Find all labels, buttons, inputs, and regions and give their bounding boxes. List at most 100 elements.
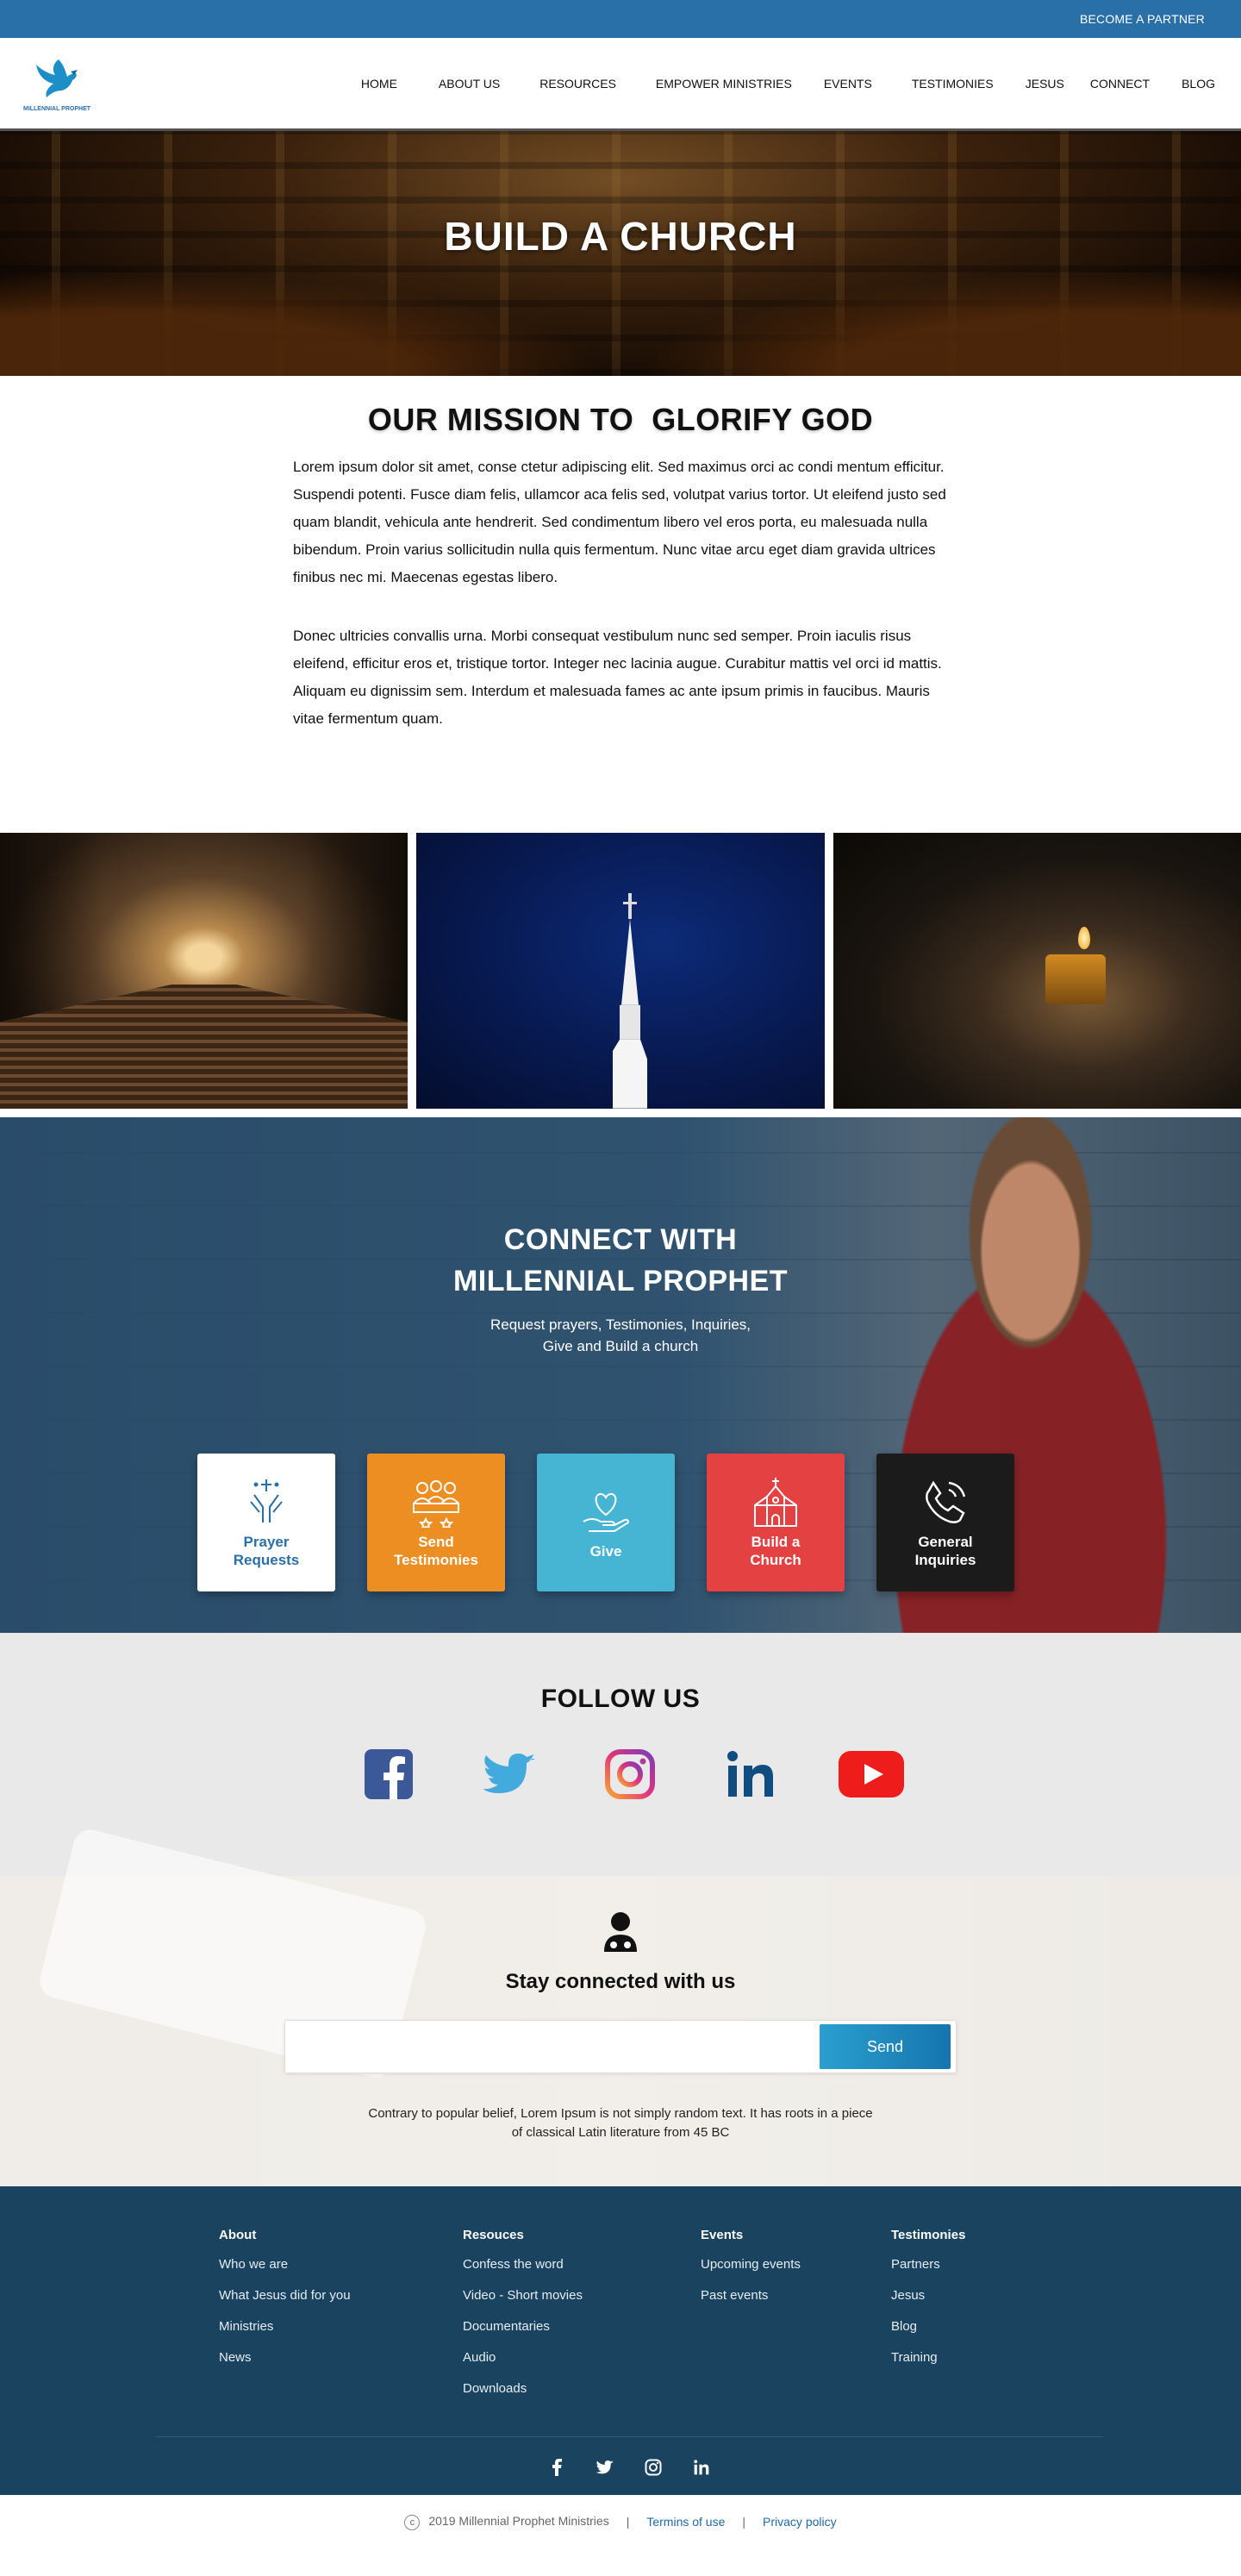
footer-link-downloads[interactable]: Downloads (463, 2373, 701, 2404)
logo[interactable]: MILLENNIAL PROPHET (22, 54, 91, 112)
footer-instagram-icon[interactable] (645, 2459, 662, 2476)
footer-link-ministries[interactable]: Ministries (219, 2311, 463, 2342)
prayer-label-line-1: Prayer (243, 1534, 290, 1550)
church-icon (754, 1478, 797, 1527)
become-partner-link[interactable]: BECOME A PARTNER (1080, 12, 1205, 26)
footer-link-documentaries[interactable]: Documentaries (463, 2311, 701, 2342)
phone-icon (926, 1480, 966, 1523)
mission-paragraph-2: Donec ultricies convallis urna. Morbi co… (293, 628, 942, 727)
footer-link-blog[interactable]: Blog (891, 2311, 1063, 2342)
connect-cards: Prayer Requests Send Testimonies Give Bu… (0, 1454, 1241, 1591)
instagram-icon (605, 1749, 655, 1799)
mission-section: OUR MISSION TO GLORIFY GOD Lorem ipsum d… (0, 376, 1241, 810)
church-steeple-image (416, 833, 825, 1109)
nav-events[interactable]: EVENTS (824, 77, 872, 91)
terms-of-use-link[interactable]: Termins of use (646, 2515, 725, 2529)
site-header: MILLENNIAL PROPHET HOME ABOUT US RESOURC… (0, 38, 1241, 131)
testimonies-label-line-2: Testimonies (394, 1552, 478, 1568)
image-gallery (0, 833, 1241, 1109)
connect-title-line-1: CONNECT WITH (503, 1223, 738, 1256)
nav-connect[interactable]: CONNECT (1090, 77, 1150, 91)
footer-link-training[interactable]: Training (891, 2342, 1063, 2373)
candle-flame (1077, 926, 1090, 949)
facebook-link[interactable] (354, 1748, 423, 1800)
footer-column-about: About Who we are What Jesus did for you … (219, 2228, 463, 2404)
footer-link-past-events[interactable]: Past events (701, 2280, 891, 2311)
nav-testimonies[interactable]: TESTIMONIES (912, 77, 994, 91)
footer-column-testimonies: Testimonies Partners Jesus Blog Training (891, 2228, 1063, 2404)
steeple-shape (612, 893, 647, 1109)
nav-resources[interactable]: RESOURCES (539, 77, 616, 91)
prayer-requests-card[interactable]: Prayer Requests (197, 1454, 335, 1591)
logo-text: MILLENNIAL PROPHET (22, 106, 91, 112)
connect-title-line-2: MILLENNIAL PROPHET (452, 1265, 789, 1297)
youtube-link[interactable] (837, 1748, 906, 1800)
site-footer: About Who we are What Jesus did for you … (0, 2186, 1241, 2495)
footer-link-jesus[interactable]: Jesus (891, 2280, 1063, 2311)
linkedin-icon (727, 1751, 773, 1797)
footer-heading-testimonies: Testimonies (891, 2228, 966, 2242)
newsletter-email-input[interactable] (285, 2021, 820, 2073)
build-a-church-card[interactable]: Build a Church (707, 1454, 845, 1591)
footer-link-who-we-are[interactable]: Who we are (219, 2249, 463, 2280)
footer-link-partners[interactable]: Partners (891, 2249, 1063, 2280)
group-icon (413, 1480, 459, 1528)
footer-linkedin-icon[interactable] (693, 2459, 710, 2476)
footer-column-events: Events Upcoming events Past events (701, 2228, 891, 2404)
mission-title: OUR MISSION TO GLORIFY GOD (367, 402, 874, 437)
footer-link-news[interactable]: News (219, 2342, 463, 2373)
newsletter-text-line-1: Contrary to popular belief, Lorem Ipsum … (368, 2106, 873, 2121)
give-card[interactable]: Give (537, 1454, 675, 1591)
hero-title: BUILD A CHURCH (444, 214, 797, 259)
footer-link-audio[interactable]: Audio (463, 2342, 701, 2373)
send-testimonies-card[interactable]: Send Testimonies (367, 1454, 505, 1591)
hero-banner: BUILD A CHURCH (0, 131, 1241, 376)
church-interior-image (0, 833, 408, 1109)
send-testimonies-label: Send Testimonies (394, 1533, 478, 1569)
connect-section: CONNECT WITH MILLENNIAL PROPHET Request … (0, 1117, 1241, 1633)
follow-us-section: FOLLOW US (0, 1633, 1241, 1876)
twitter-link[interactable] (475, 1748, 544, 1800)
newsletter-title: Stay connected with us (505, 1970, 736, 1993)
separator-1: | (626, 2515, 630, 2529)
footer-columns: About Who we are What Jesus did for you … (219, 2186, 1241, 2404)
footer-link-upcoming-events[interactable]: Upcoming events (701, 2249, 891, 2280)
privacy-policy-link[interactable]: Privacy policy (763, 2515, 837, 2529)
build-label-line-2: Church (750, 1552, 801, 1568)
footer-facebook-icon[interactable] (548, 2459, 565, 2476)
nav-home[interactable]: HOME (361, 77, 397, 91)
footer-social-links (17, 2436, 1241, 2476)
footer-heading-resources: Resouces (463, 2228, 524, 2242)
nav-empower-ministries[interactable]: EMPOWER MINISTRIES (656, 77, 792, 91)
connect-subtitle: Request prayers, Testimonies, Inquiries,… (0, 1314, 1241, 1357)
general-label-line-1: General (918, 1534, 973, 1550)
mission-paragraph-1: Lorem ipsum dolor sit amet, conse ctetur… (293, 459, 946, 585)
give-label: Give (589, 1542, 622, 1560)
prayer-requests-label: Prayer Requests (234, 1533, 300, 1569)
footer-heading-events: Events (701, 2228, 744, 2242)
twitter-icon (483, 1754, 535, 1793)
footer-link-what-jesus-did[interactable]: What Jesus did for you (219, 2280, 463, 2311)
main-nav: HOME ABOUT US RESOURCES EMPOWER MINISTRI… (361, 77, 1215, 91)
send-button[interactable]: Send (820, 2024, 951, 2069)
heart-hand-icon (583, 1492, 630, 1532)
facebook-icon (365, 1749, 413, 1799)
footer-twitter-icon[interactable] (596, 2459, 614, 2476)
instagram-link[interactable] (596, 1748, 664, 1800)
nav-blog[interactable]: BLOG (1182, 77, 1215, 91)
testimonies-label-line-1: Send (418, 1534, 454, 1550)
linkedin-link[interactable] (716, 1748, 785, 1800)
copyright-icon: c (404, 2514, 421, 2530)
copyright-text: c 2019 Millennial Prophet Ministries (404, 2514, 609, 2530)
footer-link-confess-the-word[interactable]: Confess the word (463, 2249, 701, 2280)
copyright-bar: c 2019 Millennial Prophet Ministries | Te… (0, 2495, 1241, 2548)
nav-jesus[interactable]: JESUS (1026, 77, 1064, 91)
footer-column-resources: Resouces Confess the word Video - Short … (463, 2228, 701, 2404)
connect-subtitle-line-1: Request prayers, Testimonies, Inquiries, (490, 1316, 751, 1333)
footer-link-video-short-movies[interactable]: Video - Short movies (463, 2280, 701, 2311)
build-a-church-label: Build a Church (750, 1533, 801, 1569)
nav-about-us[interactable]: ABOUT US (439, 77, 500, 91)
general-inquiries-card[interactable]: General Inquiries (876, 1454, 1014, 1591)
general-inquiries-label: General Inquiries (915, 1533, 976, 1569)
youtube-icon (839, 1751, 904, 1798)
